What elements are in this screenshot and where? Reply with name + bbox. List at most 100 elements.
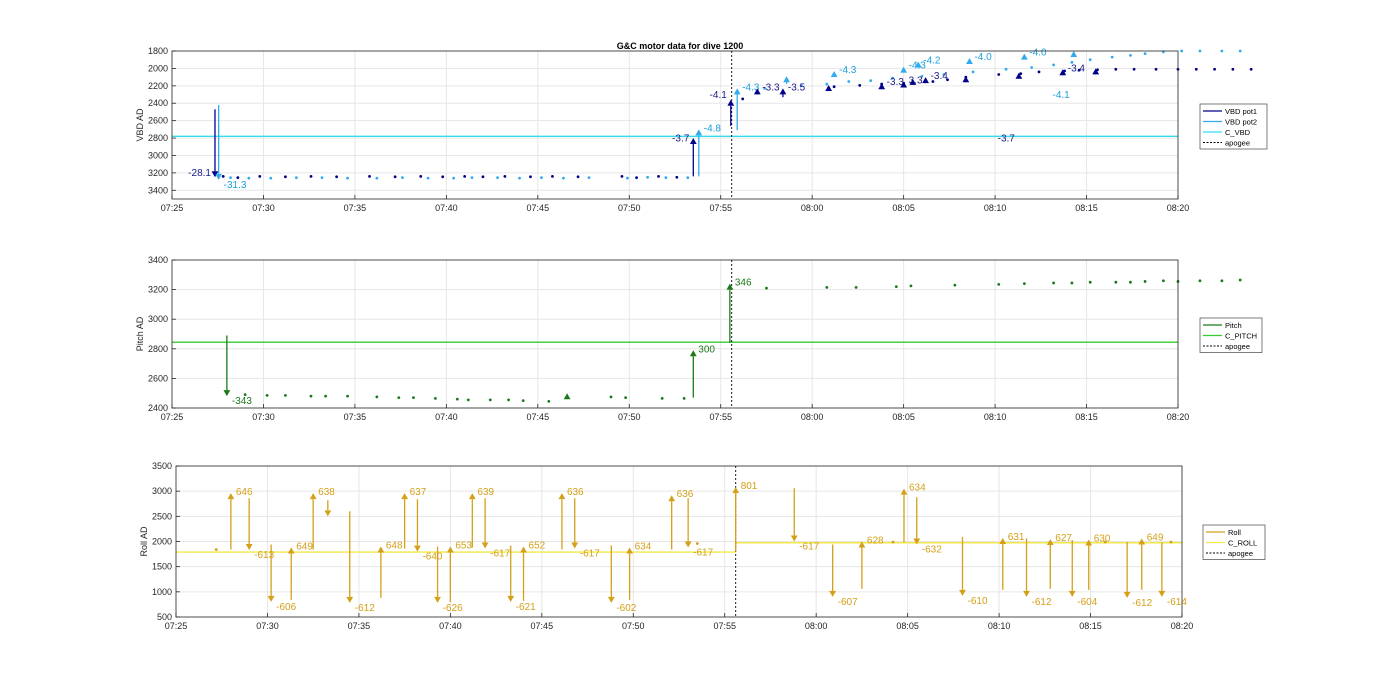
data-point	[1198, 279, 1202, 283]
data-point	[236, 176, 240, 180]
data-label: -4.1	[710, 90, 728, 101]
x-tick-label: 07:45	[527, 203, 550, 213]
data-point	[466, 398, 470, 402]
x-tick-label: 07:40	[435, 203, 458, 213]
data-label: 634	[909, 483, 926, 494]
chart-panel-1: -28.1-31.3-3.7-4.8-4.1-4.3 -3.3 -3.5-4.3-3…	[135, 46, 1268, 213]
data-label: -604	[1077, 597, 1097, 608]
data-label: -606	[276, 602, 296, 613]
x-tick-label: 07:50	[618, 412, 641, 422]
data-point	[1052, 63, 1056, 67]
data-point	[894, 285, 898, 289]
event-arrow-head	[999, 537, 1007, 544]
legend: RollC_ROLLapogee	[1202, 524, 1266, 560]
y-tick-label: 3000	[148, 314, 168, 324]
event-arrow-head	[1020, 53, 1028, 60]
legend-label: C_PITCH	[1225, 331, 1257, 340]
data-point	[551, 174, 554, 178]
data-point	[1070, 281, 1074, 285]
data-label: -607	[838, 597, 858, 608]
event-arrow-head	[733, 88, 741, 95]
data-label: -3.3	[762, 82, 780, 93]
y-tick-label: 500	[157, 612, 172, 622]
data-point	[1198, 49, 1202, 53]
event-arrow-head	[829, 590, 837, 597]
data-point	[294, 176, 298, 180]
event-arrow-head	[689, 138, 697, 145]
x-tick-label: 08:20	[1167, 412, 1190, 422]
data-label: -4.3	[839, 65, 857, 76]
event-arrow-head	[684, 541, 692, 548]
data-point	[265, 394, 269, 397]
legend-label: C_ROLL	[1228, 538, 1257, 547]
x-tick-label: 07:40	[439, 621, 462, 631]
figure: G&C motor data for dive 1200 -28.1 -31.3 -…	[0, 0, 1400, 693]
event-arrow-head	[783, 76, 790, 83]
data-label: -612	[1032, 597, 1052, 608]
x-tick-label: 07:35	[348, 621, 371, 631]
y-tick-label: 1800	[148, 46, 168, 56]
x-tick-label: 07:25	[161, 203, 184, 213]
legend-label: apogee	[1225, 342, 1250, 351]
event-arrow-head	[377, 546, 385, 553]
event-arrow-head	[287, 547, 295, 554]
data-point	[540, 176, 543, 180]
data-label: -617	[580, 549, 600, 560]
data-label: 653	[455, 541, 472, 552]
data-point	[854, 285, 858, 289]
data-label: -3.7	[998, 134, 1016, 145]
data-point	[825, 285, 829, 289]
data-label: -4.8	[704, 123, 722, 134]
data-point	[953, 283, 957, 287]
x-tick-label: 08:10	[988, 621, 1011, 631]
data-label: -632	[922, 545, 942, 556]
event-arrow-head	[446, 546, 454, 553]
event-arrow-head	[346, 596, 354, 603]
data-point	[1169, 540, 1173, 544]
data-point	[1129, 280, 1132, 284]
data-label: -3.4	[931, 71, 949, 82]
data-point	[214, 548, 218, 551]
data-point	[393, 175, 397, 179]
event-arrow-head	[959, 589, 966, 596]
legend-label: Pitch	[1225, 321, 1242, 330]
data-point	[1037, 70, 1041, 74]
data-point	[609, 395, 613, 399]
x-tick-label: 07:50	[618, 203, 641, 213]
data-point	[858, 83, 862, 87]
legend-label: VBD pot1	[1225, 107, 1257, 116]
data-point	[1249, 67, 1253, 71]
x-tick-label: 08:10	[984, 412, 1007, 422]
legend: VBD pot1VBD pot2 C_VBDapogee	[1199, 103, 1268, 150]
event-arrow-head	[962, 76, 970, 83]
legend-label: apogee	[1228, 549, 1253, 558]
figure-canvas: G&C motor data for dive 1200 -28.1 -31.3 -…	[135, 41, 1268, 631]
data-point	[1180, 49, 1184, 53]
x-tick-label: 08:00	[805, 621, 828, 631]
data-point	[869, 79, 873, 82]
event-arrow-head	[726, 283, 734, 290]
data-point	[481, 175, 485, 179]
x-tick-label: 08:20	[1171, 621, 1194, 631]
x-tick-label: 07:30	[252, 412, 275, 422]
event-arrow-head	[245, 544, 253, 551]
y-tick-label: 2500	[152, 511, 172, 521]
x-tick-label: 08:05	[892, 203, 915, 213]
data-point	[401, 176, 404, 180]
data-point	[1220, 279, 1224, 283]
event-arrow-head	[695, 129, 703, 136]
event-arrow-head	[481, 542, 489, 549]
y-tick-label: 3000	[148, 150, 168, 160]
data-point	[741, 97, 745, 101]
data-label: -602	[616, 603, 636, 614]
data-point	[503, 174, 507, 178]
data-point	[547, 399, 551, 403]
legend-label: VBD pot2	[1225, 117, 1257, 126]
data-point	[562, 176, 565, 180]
data-point	[496, 176, 499, 180]
x-tick-label: 08:05	[892, 412, 915, 422]
legend-label: Roll	[1228, 528, 1241, 537]
data-label: 639	[477, 487, 494, 498]
data-point	[587, 176, 591, 180]
event-arrow-head	[215, 173, 223, 180]
